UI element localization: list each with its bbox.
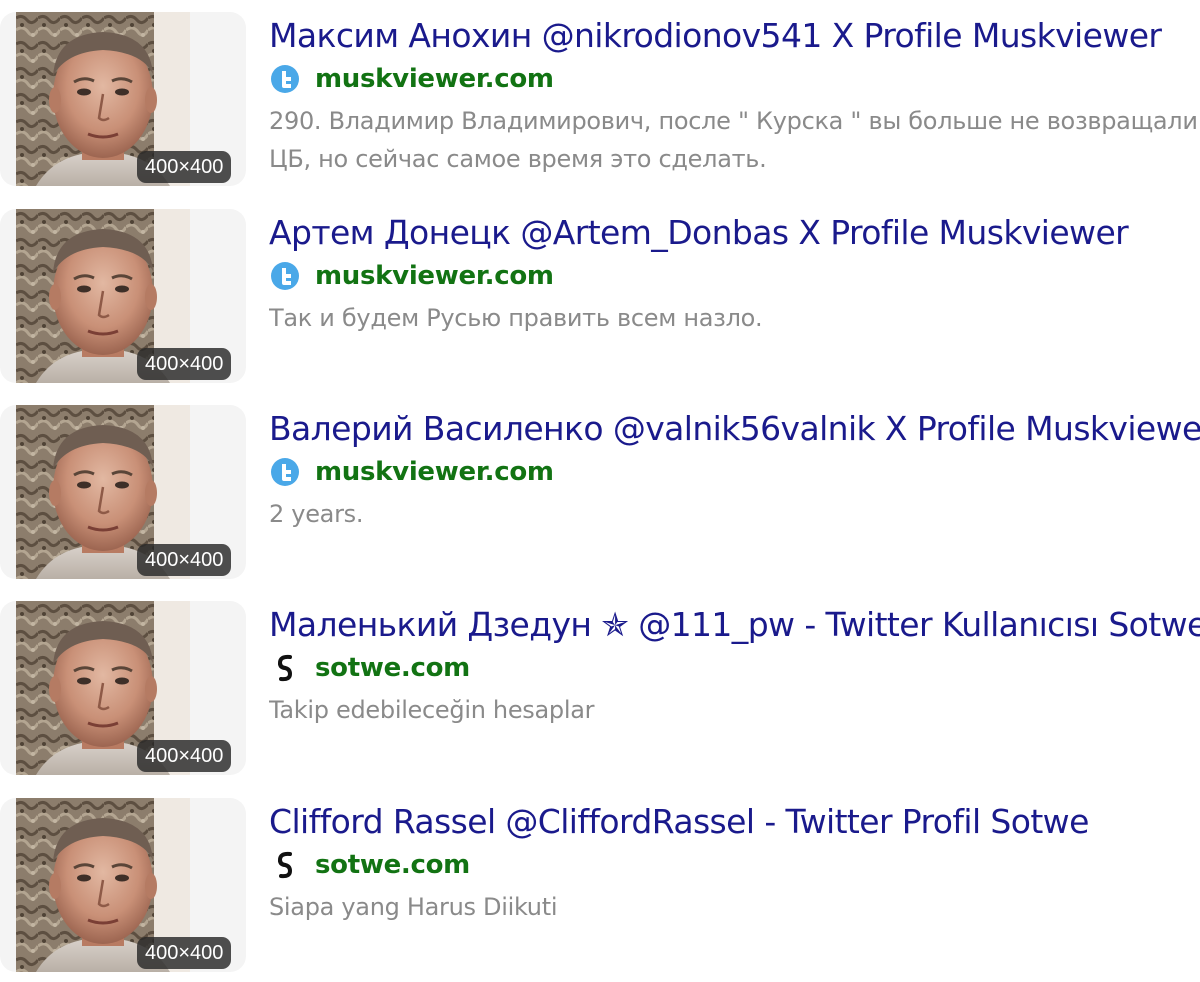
twitter-bird-icon bbox=[269, 260, 301, 292]
sotwe-logo-icon bbox=[269, 652, 301, 684]
sotwe-logo-icon bbox=[269, 849, 301, 881]
result-source[interactable]: muskviewer.com bbox=[269, 455, 554, 489]
search-result-item: 400×400 Маленький Дзедун ✯ @111_pw - Twi… bbox=[0, 589, 1200, 785]
result-text-column: Максим Анохин @nikrodionov541 X Profile … bbox=[269, 0, 1200, 196]
result-text-column: Валерий Василенко @valnik56valnik X Prof… bbox=[269, 393, 1200, 589]
result-title-link[interactable]: Максим Анохин @nikrodionov541 X Profile … bbox=[269, 14, 1162, 58]
result-domain: sotwe.com bbox=[315, 850, 470, 880]
result-snippet: 2 years. bbox=[269, 495, 1200, 533]
result-snippet: 290. Владимир Владимирович, после " Курс… bbox=[269, 102, 1200, 178]
result-thumbnail-card[interactable]: 400×400 bbox=[0, 405, 246, 579]
result-title-link[interactable]: Артем Донецк @Artem_Donbas X Profile Mus… bbox=[269, 211, 1129, 255]
result-domain: muskviewer.com bbox=[315, 457, 554, 487]
result-title-link[interactable]: Валерий Василенко @valnik56valnik X Prof… bbox=[269, 407, 1200, 451]
image-size-badge: 400×400 bbox=[137, 937, 232, 969]
result-source[interactable]: sotwe.com bbox=[269, 848, 470, 882]
search-result-item: 400×400 Clifford Rassel @CliffordRassel … bbox=[0, 786, 1200, 982]
search-result-item: 400×400 Валерий Василенко @valnik56valni… bbox=[0, 393, 1200, 589]
result-text-column: Маленький Дзедун ✯ @111_pw - Twitter Kul… bbox=[269, 589, 1200, 785]
result-snippet: Так и будем Русью править всем назло. bbox=[269, 299, 1200, 337]
image-size-badge: 400×400 bbox=[137, 151, 232, 183]
image-size-badge: 400×400 bbox=[137, 544, 232, 576]
result-text-column: Clifford Rassel @CliffordRassel - Twitte… bbox=[269, 786, 1200, 982]
twitter-bird-icon bbox=[269, 456, 301, 488]
result-title-link[interactable]: Clifford Rassel @CliffordRassel - Twitte… bbox=[269, 800, 1089, 844]
result-domain: muskviewer.com bbox=[315, 64, 554, 94]
result-thumbnail-card[interactable]: 400×400 bbox=[0, 12, 246, 186]
search-result-item: 400×400 Артем Донецк @Artem_Donbas X Pro… bbox=[0, 197, 1200, 393]
result-thumbnail-card[interactable]: 400×400 bbox=[0, 209, 246, 383]
result-domain: muskviewer.com bbox=[315, 261, 554, 291]
snippet-line: 290. Владимир Владимирович, после " Курс… bbox=[269, 107, 1198, 135]
result-domain: sotwe.com bbox=[315, 653, 470, 683]
result-thumbnail-card[interactable]: 400×400 bbox=[0, 601, 246, 775]
result-snippet: Siapa yang Harus Diikuti bbox=[269, 888, 1200, 926]
result-thumbnail-card[interactable]: 400×400 bbox=[0, 798, 246, 972]
snippet-line: ЦБ, но сейчас самое время это сделать. bbox=[269, 145, 767, 173]
result-text-column: Артем Донецк @Artem_Donbas X Profile Mus… bbox=[269, 197, 1200, 393]
result-source[interactable]: muskviewer.com bbox=[269, 259, 554, 293]
search-result-item: 400×400 Максим Анохин @nikrodionov541 X … bbox=[0, 0, 1200, 196]
result-source[interactable]: muskviewer.com bbox=[269, 62, 554, 96]
snippet-line: 2 years. bbox=[269, 500, 364, 528]
result-snippet: Takip edebileceğin hesaplar bbox=[269, 691, 1200, 729]
image-size-badge: 400×400 bbox=[137, 348, 232, 380]
image-size-badge: 400×400 bbox=[137, 740, 232, 772]
snippet-line: Takip edebileceğin hesaplar bbox=[269, 696, 595, 724]
snippet-line: Так и будем Русью править всем назло. bbox=[269, 304, 763, 332]
twitter-bird-icon bbox=[269, 63, 301, 95]
result-source[interactable]: sotwe.com bbox=[269, 651, 470, 685]
result-title-link[interactable]: Маленький Дзедун ✯ @111_pw - Twitter Kul… bbox=[269, 603, 1200, 647]
snippet-line: Siapa yang Harus Diikuti bbox=[269, 893, 558, 921]
